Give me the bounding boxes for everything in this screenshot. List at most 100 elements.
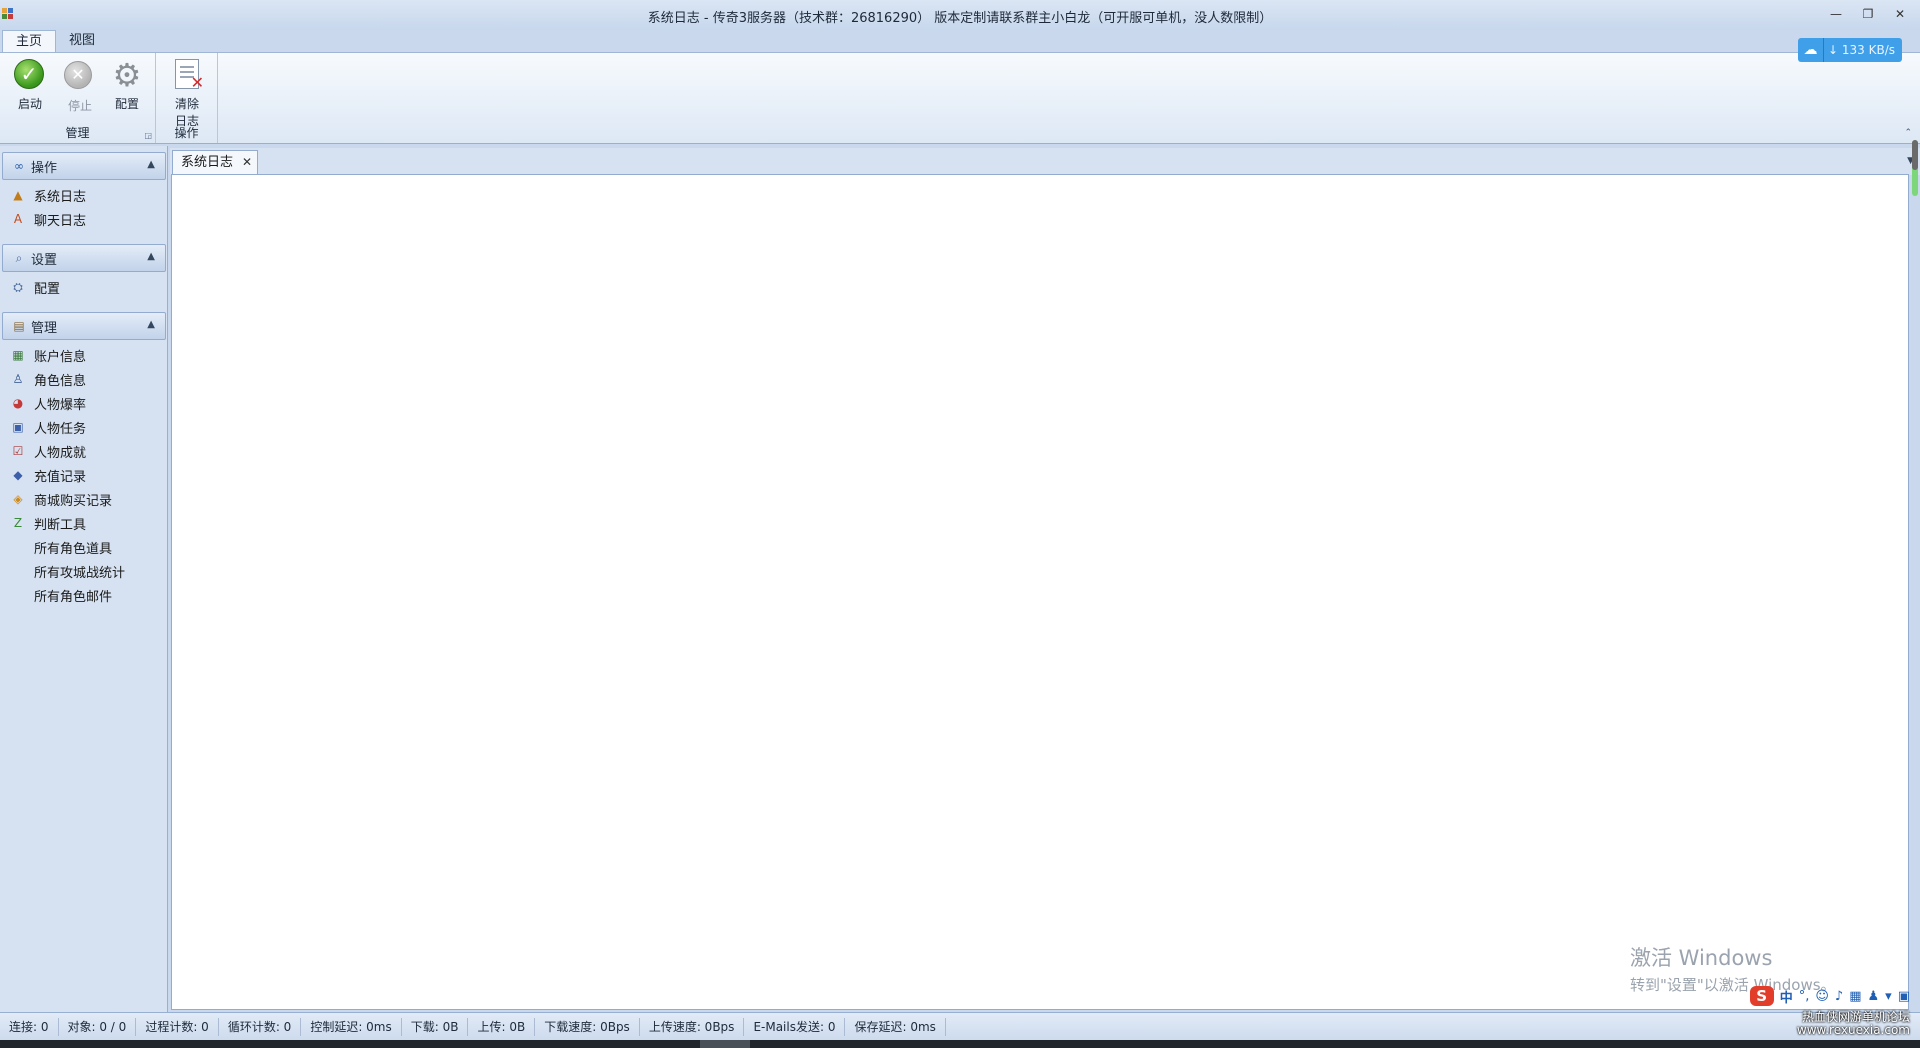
status-upload-speed: 上传速度: 0Bps — [640, 1017, 745, 1036]
nav-group-label: 操作 — [31, 160, 58, 176]
nav-item-label: 所有角色道具 — [34, 541, 113, 557]
ime-mode[interactable]: 中 — [1780, 987, 1793, 1006]
status-emails-sent: E-Mails发送: 0 — [744, 1017, 846, 1036]
nav-item-judge-tool[interactable]: Z 判断工具 — [10, 513, 86, 533]
nav-item-account-info[interactable]: ▦ 账户信息 — [10, 345, 86, 365]
status-upload: 上传: 0B — [468, 1017, 536, 1036]
tab-label: 系统日志 — [181, 155, 234, 170]
nav-group-label: 管理 — [31, 320, 58, 336]
nav-item-label: 商城购买记录 — [34, 493, 113, 509]
ribbon-collapse-icon[interactable]: ⌃ — [1904, 128, 1912, 138]
character-icon: ♙ — [12, 372, 24, 386]
start-label: 启动 — [17, 97, 42, 111]
nav-item-shop-purchase[interactable]: ◈ 商城购买记录 — [10, 489, 112, 509]
nav-item-label: 角色信息 — [34, 373, 87, 389]
nav-item-label: 配置 — [34, 281, 61, 297]
nav-item-label: 人物任务 — [34, 421, 87, 437]
system-log-icon: ▲ — [13, 188, 23, 202]
title-bar: 系统日志 - 传奇3服务器（技术群：26816290） 版本定制请联系群主小白龙… — [0, 0, 1920, 30]
nav-item-quest[interactable]: ▣ 人物任务 — [10, 417, 86, 437]
tab-system-log[interactable]: 系统日志 ✕ — [172, 150, 258, 175]
nav-item-achievement[interactable]: ☑ 人物成就 — [10, 441, 86, 461]
config-icon: ⛭ — [13, 280, 23, 294]
skin-icon[interactable]: ▾ — [1885, 989, 1892, 1004]
nav-item-all-character-mail[interactable]: 所有角色邮件 — [10, 585, 112, 605]
grid-menu-icon[interactable]: ▣ — [1898, 989, 1910, 1004]
nav-item-siege-stats[interactable]: 所有攻城战统计 — [10, 561, 125, 581]
left-navigation: ∞ 操作 ▲ ▲ 系统日志 A 聊天日志 ⌕ 设置 ▲ ⛭ 配置 ▤ 管理 ▲ … — [0, 146, 168, 1012]
cloud-icon: ☁ — [1798, 38, 1824, 62]
restore-button[interactable]: ❐ — [1854, 4, 1882, 24]
ribbon-group-label-operate: 操作 — [174, 126, 199, 140]
start-button[interactable]: ✓ 启动 — [8, 59, 52, 112]
status-download-speed: 下载速度: 0Bps — [535, 1017, 640, 1036]
nav-item-label: 判断工具 — [34, 517, 87, 533]
nav-item-recharge[interactable]: ◆ 充值记录 — [10, 465, 86, 485]
minimize-button[interactable]: — — [1822, 4, 1850, 24]
nav-group-manage[interactable]: ▤ 管理 ▲ — [2, 312, 166, 340]
binoculars-icon: ∞ — [14, 159, 24, 173]
nav-item-system-log[interactable]: ▲ 系统日志 — [10, 185, 86, 205]
keyboard-icon[interactable]: ▦ — [1849, 989, 1861, 1004]
close-button[interactable]: ✕ — [1886, 4, 1914, 24]
scrollbar[interactable] — [1912, 140, 1918, 196]
nav-item-character-info[interactable]: ♙ 角色信息 — [10, 369, 86, 389]
ribbon-group-label-manage: 管理 — [65, 126, 90, 140]
start-icon: ✓ — [14, 59, 44, 89]
stop-icon: ✕ — [64, 61, 92, 89]
nav-item-label: 账户信息 — [34, 349, 87, 365]
sogou-logo-icon[interactable]: S — [1749, 986, 1774, 1006]
nav-item-label: 聊天日志 — [34, 213, 87, 229]
account-icon: ▦ — [12, 348, 24, 362]
nav-group-operate[interactable]: ∞ 操作 ▲ — [2, 152, 166, 180]
nav-group-settings[interactable]: ⌕ 设置 ▲ — [2, 244, 166, 272]
settings-icon: ⌕ — [15, 251, 23, 265]
clear-log-icon: ✕ — [175, 59, 204, 92]
dialog-launcher-icon[interactable]: ◲ — [144, 131, 152, 140]
tab-view[interactable]: 视图 — [56, 30, 108, 52]
status-download: 下载: 0B — [402, 1017, 469, 1036]
close-icon[interactable]: ✕ — [242, 151, 252, 174]
log-content-area[interactable] — [171, 174, 1909, 1010]
user-icon[interactable]: ♟ — [1868, 989, 1880, 1004]
config-button[interactable]: ⚙ 配置 — [105, 59, 149, 112]
status-process-count: 过程计数: 0 — [136, 1017, 219, 1036]
status-bar: 连接: 0 对象: 0 / 0 过程计数: 0 循环计数: 0 控制延迟: 0m… — [0, 1012, 1920, 1040]
chevron-up-icon[interactable]: ▲ — [147, 319, 155, 330]
download-arrow-icon: ↓ — [1828, 43, 1839, 57]
network-speed-badge[interactable]: ☁ ↓ 133 KB/s — [1798, 38, 1902, 62]
chevron-up-icon[interactable]: ▲ — [147, 159, 155, 170]
chat-log-icon: A — [13, 212, 23, 226]
shop-icon: ◈ — [13, 492, 23, 506]
clear-log-label-line1: 清除 — [174, 97, 199, 111]
manage-icon: ▤ — [13, 319, 25, 333]
drop-rate-icon: ◕ — [12, 396, 24, 410]
taskbar[interactable] — [0, 1040, 1920, 1048]
document-tab-strip: 系统日志 ✕ ▼ — [170, 148, 1920, 175]
tab-home[interactable]: 主页 — [2, 30, 57, 52]
activation-title: 激活 Windows — [1630, 946, 1773, 970]
nav-item-chat-log[interactable]: A 聊天日志 — [10, 209, 86, 229]
microphone-icon[interactable]: ♪ — [1835, 989, 1843, 1004]
nav-item-label: 人物爆率 — [34, 397, 87, 413]
nav-item-label: 所有角色邮件 — [34, 589, 113, 605]
nav-item-drop-rate[interactable]: ◕ 人物爆率 — [10, 393, 86, 413]
status-save-delay: 保存延迟: 0ms — [845, 1017, 946, 1036]
nav-item-label: 系统日志 — [34, 189, 87, 205]
stop-button[interactable]: ✕ 停止 — [58, 59, 102, 114]
ribbon-tabs: 主页 视图 — [0, 30, 108, 52]
watermark-url: www.rexuexia.com — [1796, 1023, 1910, 1037]
chevron-up-icon[interactable]: ▲ — [147, 251, 155, 262]
nav-group-label: 设置 — [31, 252, 58, 268]
tool-icon: Z — [13, 516, 23, 530]
punctuation-icon[interactable]: °, — [1799, 989, 1810, 1004]
ime-toolbar[interactable]: S 中 °, ☺ ♪ ▦ ♟ ▾ ▣ — [1749, 986, 1910, 1006]
nav-item-all-character-items[interactable]: 所有角色道具 — [10, 537, 112, 557]
clear-log-button[interactable]: ✕ 清除 日志 — [165, 59, 209, 129]
emoji-icon[interactable]: ☺ — [1815, 989, 1829, 1004]
status-objects: 对象: 0 / 0 — [59, 1017, 137, 1036]
gear-icon: ⚙ — [112, 56, 142, 94]
achievement-icon: ☑ — [12, 444, 24, 458]
nav-item-config[interactable]: ⛭ 配置 — [10, 277, 60, 297]
window-controls: — ❐ ✕ — [1822, 4, 1914, 24]
